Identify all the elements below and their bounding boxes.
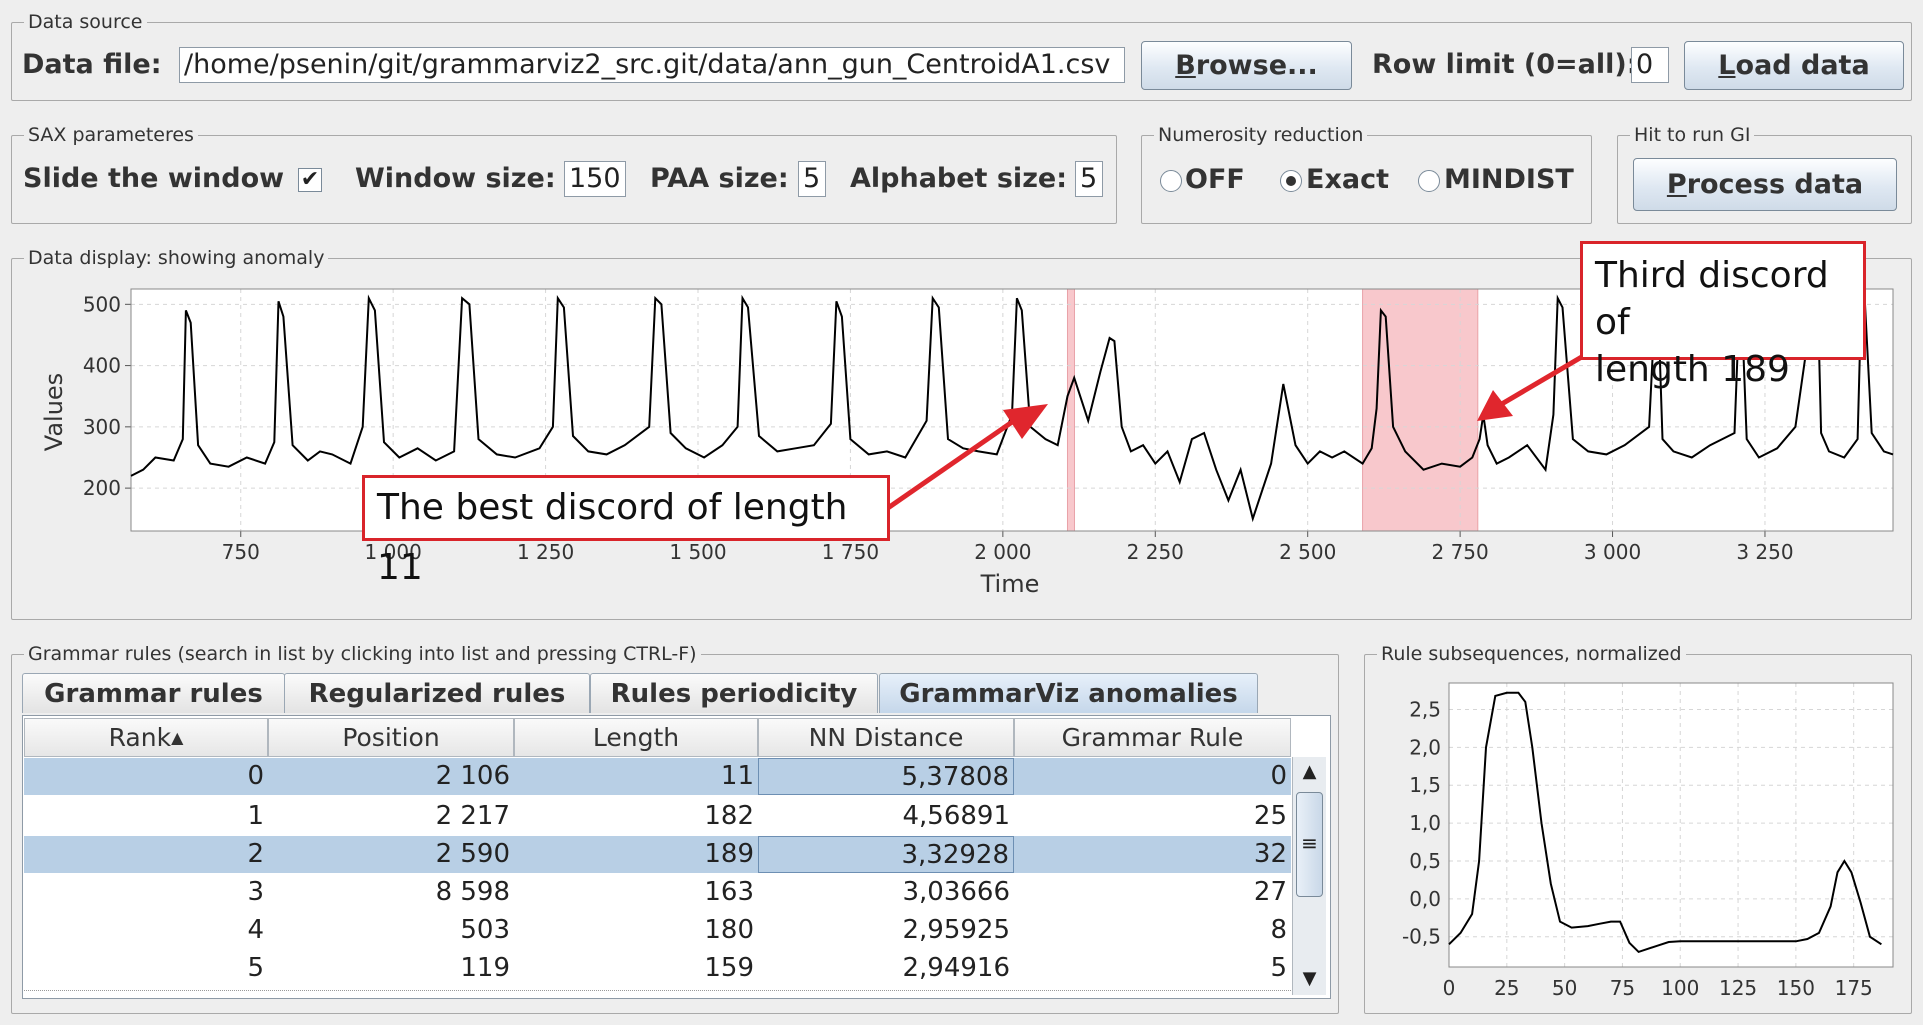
table-row[interactable]: 1 2 217 182 4,56891 25 bbox=[24, 798, 1291, 835]
load-label: oad data bbox=[1735, 50, 1870, 81]
table-cell-nn-distance: 3,32928 bbox=[758, 836, 1014, 873]
subsequences-group: Rule subsequences, normalized bbox=[1364, 643, 1912, 1014]
table-cell-length: 159 bbox=[704, 953, 754, 983]
slide-window-checkbox[interactable]: ✔ bbox=[298, 168, 322, 192]
table-row[interactable]: 3 8 598 163 3,03666 27 bbox=[24, 874, 1291, 911]
grammar-rules-title: Grammar rules (search in list by clickin… bbox=[24, 643, 701, 665]
load-data-button[interactable]: Load data bbox=[1684, 41, 1904, 90]
column-header-label: NN Distance bbox=[808, 723, 964, 752]
numerosity-radio-mindist[interactable] bbox=[1418, 170, 1440, 192]
scroll-thumb[interactable]: ≡ bbox=[1296, 792, 1323, 897]
row-limit-label: Row limit (0=all): bbox=[1372, 49, 1638, 80]
table-cell-nn-distance: 3,03666 bbox=[902, 877, 1010, 907]
table-cell-length: 180 bbox=[704, 915, 754, 945]
tab-grammar-rules[interactable]: Grammar rules bbox=[22, 673, 285, 713]
window-size-label: Window size: bbox=[355, 163, 556, 194]
best-discord-callout: The best discord of length 11 bbox=[362, 475, 890, 588]
column-header-position[interactable]: Position bbox=[268, 718, 514, 757]
tab-regularized-rules[interactable]: Regularized rules bbox=[284, 673, 590, 713]
browse-button[interactable]: Browse... bbox=[1141, 41, 1352, 90]
slide-window-label: Slide the window bbox=[23, 163, 285, 194]
table-cell-position: 2 106 bbox=[435, 761, 510, 791]
column-header-label: Position bbox=[342, 723, 440, 752]
table-cell-grammar-rule: 8 bbox=[1270, 915, 1287, 945]
data-file-field[interactable]: /home/psenin/git/grammarviz2_src.git/dat… bbox=[179, 47, 1125, 83]
process-mnemonic: P bbox=[1666, 169, 1687, 200]
table-cell-nn-distance: 5,37808 bbox=[758, 758, 1014, 795]
table-cell-rank: 1 bbox=[247, 801, 264, 831]
numerosity-radio-off[interactable] bbox=[1160, 170, 1182, 192]
table-cell-grammar-rule: 25 bbox=[1253, 801, 1287, 831]
alphabet-size-field[interactable]: 5 bbox=[1075, 161, 1103, 197]
sax-title: SAX parameteres bbox=[24, 124, 198, 146]
table-cell-grammar-rule: 5 bbox=[1270, 953, 1287, 983]
table-scrollbar[interactable]: ▲ ≡ ▼ bbox=[1292, 757, 1326, 995]
table-cell-position: 503 bbox=[460, 915, 510, 945]
tab-rules-periodicity[interactable]: Rules periodicity bbox=[590, 673, 878, 713]
table-cell-length: 11 bbox=[720, 761, 754, 791]
browse-label: rowse... bbox=[1195, 50, 1318, 81]
table-row[interactable]: 0 2 106 11 5,37808 0 bbox=[24, 758, 1291, 795]
alphabet-size-label: Alphabet size: bbox=[850, 163, 1068, 194]
tab-grammarviz-anomalies[interactable]: GrammarViz anomalies bbox=[879, 673, 1258, 713]
table-cell-rank: 0 bbox=[247, 761, 264, 791]
data-display-title: Data display: showing anomaly bbox=[24, 247, 329, 269]
third-discord-text-2: length 189 bbox=[1595, 349, 1790, 390]
table-cell-rank: 4 bbox=[247, 915, 264, 945]
data-file-label: Data file: bbox=[22, 49, 162, 80]
table-cell-rank: 2 bbox=[247, 839, 264, 869]
table-row-partial bbox=[24, 990, 1291, 997]
load-mnemonic: L bbox=[1718, 50, 1736, 81]
table-cell-length: 163 bbox=[704, 877, 754, 907]
paa-size-label: PAA size: bbox=[650, 163, 789, 194]
numerosity-label-mindist: MINDIST bbox=[1444, 164, 1574, 195]
column-header-label: Rank bbox=[108, 723, 172, 752]
table-cell-rank: 5 bbox=[247, 953, 264, 983]
table-cell-grammar-rule: 0 bbox=[1270, 761, 1287, 791]
column-header-label: Length bbox=[592, 723, 680, 752]
sort-ascending-icon: ▲ bbox=[171, 728, 184, 747]
browse-mnemonic: B bbox=[1175, 50, 1196, 81]
numerosity-label-exact: Exact bbox=[1306, 164, 1389, 195]
table-cell-grammar-rule: 27 bbox=[1253, 877, 1287, 907]
numerosity-title: Numerosity reduction bbox=[1154, 124, 1368, 146]
row-limit-field[interactable]: 0 bbox=[1631, 47, 1669, 83]
table-row[interactable]: 5 119 159 2,94916 5 bbox=[24, 950, 1291, 987]
table-cell-position: 8 598 bbox=[435, 877, 510, 907]
process-label: rocess data bbox=[1686, 169, 1864, 200]
table-cell-position: 119 bbox=[460, 953, 510, 983]
scroll-grip-icon: ≡ bbox=[1301, 831, 1318, 855]
subsequences-title: Rule subsequences, normalized bbox=[1377, 643, 1686, 665]
scroll-down-button[interactable]: ▼ bbox=[1293, 964, 1326, 994]
paa-size-field[interactable]: 5 bbox=[798, 161, 826, 197]
column-header-rank[interactable]: Rank ▲ bbox=[24, 718, 268, 757]
table-cell-length: 182 bbox=[704, 801, 754, 831]
table-cell-nn-distance: 4,56891 bbox=[902, 801, 1010, 831]
third-discord-text-1: Third discord of bbox=[1595, 255, 1829, 343]
table-cell-position: 2 590 bbox=[435, 839, 510, 869]
table-row[interactable]: 2 2 590 189 3,32928 32 bbox=[24, 836, 1291, 873]
numerosity-radio-exact[interactable] bbox=[1280, 170, 1302, 192]
column-header-length[interactable]: Length bbox=[514, 718, 758, 757]
window-size-field[interactable]: 150 bbox=[564, 161, 626, 197]
table-cell-nn-distance: 2,95925 bbox=[902, 915, 1010, 945]
column-header-nn-distance[interactable]: NN Distance bbox=[758, 718, 1014, 757]
process-data-button[interactable]: Process data bbox=[1633, 158, 1897, 211]
table-cell-length: 189 bbox=[704, 839, 754, 869]
table-row[interactable]: 4 503 180 2,95925 8 bbox=[24, 912, 1291, 949]
table-cell-position: 2 217 bbox=[435, 801, 510, 831]
run-gi-title: Hit to run GI bbox=[1630, 124, 1755, 146]
column-header-grammar-rule[interactable]: Grammar Rule bbox=[1014, 718, 1291, 757]
data-source-title: Data source bbox=[24, 11, 147, 33]
scroll-up-button[interactable]: ▲ bbox=[1293, 757, 1326, 787]
table-cell-rank: 3 bbox=[247, 877, 264, 907]
column-header-label: Grammar Rule bbox=[1061, 723, 1244, 752]
table-cell-grammar-rule: 32 bbox=[1253, 839, 1287, 869]
third-discord-callout: Third discord of length 189 bbox=[1580, 241, 1866, 390]
numerosity-label-off: OFF bbox=[1185, 164, 1245, 195]
table-cell-nn-distance: 2,94916 bbox=[902, 953, 1010, 983]
